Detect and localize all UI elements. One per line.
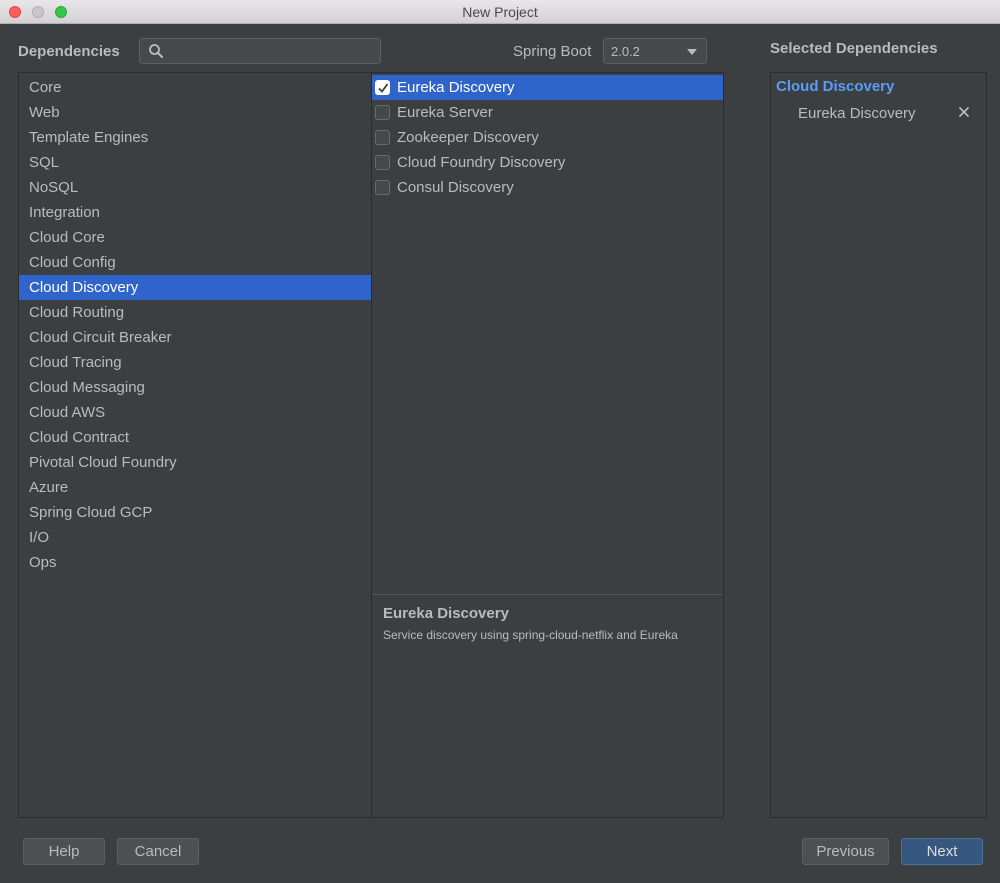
- dependency-item[interactable]: Consul Discovery: [372, 175, 723, 200]
- spring-boot-label: Spring Boot: [513, 43, 592, 60]
- dependencies-label: Dependencies: [18, 43, 120, 60]
- spring-boot-version-value: 2.0.2: [611, 44, 640, 59]
- category-item[interactable]: SQL: [19, 150, 371, 175]
- dependency-description: Eureka Discovery Service discovery using…: [372, 594, 723, 817]
- dependency-checkbox[interactable]: [375, 130, 390, 145]
- category-item[interactable]: I/O: [19, 525, 371, 550]
- dependency-item[interactable]: Eureka Server: [372, 100, 723, 125]
- next-button[interactable]: Next: [901, 838, 983, 865]
- search-box[interactable]: [139, 38, 381, 64]
- dependency-label: Consul Discovery: [397, 179, 514, 196]
- category-item[interactable]: Web: [19, 100, 371, 125]
- selected-group-label: Cloud Discovery: [776, 78, 895, 95]
- category-list-panel: Core Web Template Engines SQL NoSQL Integrati…: [18, 72, 372, 818]
- selected-dependencies-title: Selected Dependencies: [770, 40, 938, 57]
- previous-button[interactable]: Previous: [802, 838, 889, 865]
- close-icon[interactable]: [957, 105, 971, 119]
- description-title: Eureka Discovery: [383, 605, 509, 622]
- dependency-list-panel: Eureka Discovery Eureka Server Zookeeper D…: [371, 72, 724, 818]
- cancel-button[interactable]: Cancel: [117, 838, 199, 865]
- category-item[interactable]: Cloud AWS: [19, 400, 371, 425]
- help-button[interactable]: Help: [23, 838, 105, 865]
- category-list: Core Web Template Engines SQL NoSQL Integrati…: [19, 75, 371, 575]
- title-bar: New Project: [0, 0, 1000, 24]
- search-icon: [148, 43, 164, 59]
- dependency-list: Eureka Discovery Eureka Server Zookeeper D…: [372, 75, 723, 200]
- category-item[interactable]: Cloud Core: [19, 225, 371, 250]
- category-item[interactable]: Spring Cloud GCP: [19, 500, 371, 525]
- chevron-down-icon: [687, 49, 697, 55]
- selected-dependency-item: Eureka Discovery: [798, 105, 916, 122]
- category-item[interactable]: Cloud Messaging: [19, 375, 371, 400]
- dependency-label: Eureka Server: [397, 104, 493, 121]
- dependency-item[interactable]: Eureka Discovery: [372, 75, 723, 100]
- category-item[interactable]: Azure: [19, 475, 371, 500]
- category-item[interactable]: Core: [19, 75, 371, 100]
- category-item[interactable]: Pivotal Cloud Foundry: [19, 450, 371, 475]
- category-item[interactable]: Cloud Config: [19, 250, 371, 275]
- description-text: Service discovery using spring-cloud-net…: [383, 628, 678, 642]
- dependency-checkbox[interactable]: [375, 180, 390, 195]
- category-item[interactable]: Ops: [19, 550, 371, 575]
- category-item[interactable]: Cloud Discovery: [19, 275, 371, 300]
- dependency-label: Cloud Foundry Discovery: [397, 154, 566, 171]
- dependency-item[interactable]: Zookeeper Discovery: [372, 125, 723, 150]
- selected-dependencies-panel: Cloud Discovery Eureka Discovery: [770, 72, 987, 818]
- dependency-checkbox[interactable]: [375, 155, 390, 170]
- category-item[interactable]: Template Engines: [19, 125, 371, 150]
- dependency-label: Zookeeper Discovery: [397, 129, 539, 146]
- dependency-label: Eureka Discovery: [397, 79, 515, 96]
- search-input[interactable]: [170, 41, 374, 63]
- dependency-checkbox[interactable]: [375, 80, 390, 95]
- category-item[interactable]: Cloud Routing: [19, 300, 371, 325]
- dependency-checkbox[interactable]: [375, 105, 390, 120]
- window-title: New Project: [462, 4, 538, 20]
- category-item[interactable]: NoSQL: [19, 175, 371, 200]
- spring-boot-version-select[interactable]: 2.0.2: [603, 38, 707, 64]
- dependency-item[interactable]: Cloud Foundry Discovery: [372, 150, 723, 175]
- category-item[interactable]: Cloud Tracing: [19, 350, 371, 375]
- check-icon: [378, 83, 389, 93]
- category-item[interactable]: Cloud Contract: [19, 425, 371, 450]
- category-item[interactable]: Integration: [19, 200, 371, 225]
- category-item[interactable]: Cloud Circuit Breaker: [19, 325, 371, 350]
